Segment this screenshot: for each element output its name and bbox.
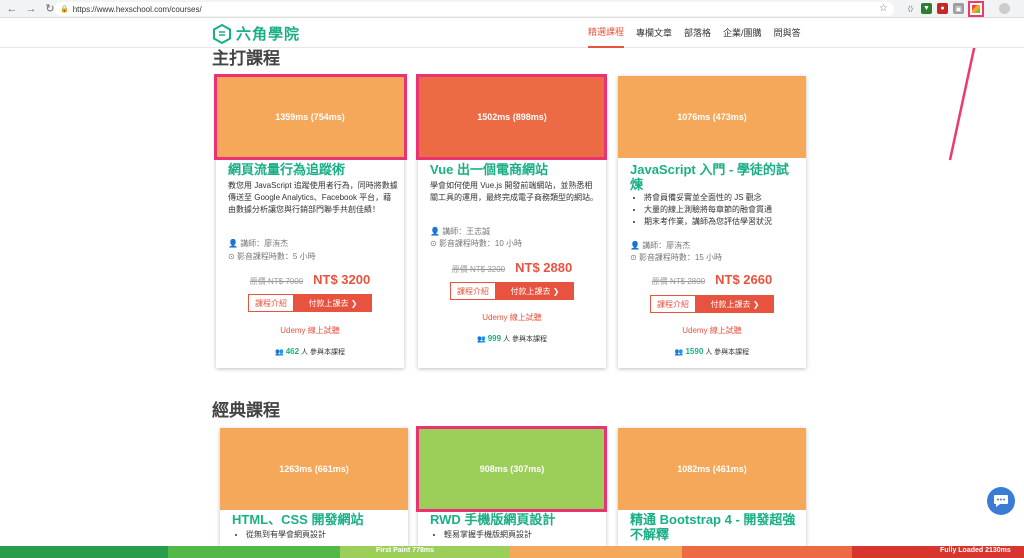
sale-price: NT$ 2660 [715,272,773,287]
url-text: https://www.hexschool.com/courses/ [72,4,202,14]
udemy-trial-link[interactable]: Udemy 線上試聽 [618,325,806,336]
hexagon-logo-icon [213,23,231,44]
udemy-trial-link[interactable]: Udemy 線上試聽 [216,325,404,336]
profile-avatar-icon[interactable] [999,3,1010,14]
price-row: 原價 NT$ 2800 NT$ 2660 [618,272,806,287]
course-hours: ⊙ 影音課程時數：5 小時 [228,252,316,261]
timeline-segment [510,546,682,558]
annotation-arrow-icon [948,20,984,161]
chat-bubble-icon [994,495,1008,507]
bookmark-star-icon[interactable]: ☆ [879,2,888,16]
timeline-segment [682,546,852,558]
timeline-segment [0,546,168,558]
button-row: 課程介紹 付款上課去 ❯ [618,295,806,313]
student-count: 👥 999 人 參與本課程 [477,334,547,343]
original-price: 原價 NT$ 3200 [451,265,506,274]
student-count: 👥 1590 人 參與本課程 [674,347,750,356]
site-logo-overlay: 六角學院 [212,23,300,44]
course-thumbnail[interactable]: 1076ms (473ms) [618,76,806,158]
lock-icon: 🔒 [60,6,69,13]
original-price: 原價 NT$ 2800 [651,277,706,286]
course-teacher: 👤 講師：王志誠 [430,227,491,236]
course-intro-button[interactable]: 課程介紹 [248,294,294,312]
course-title[interactable]: 網頁流量行為追蹤術 [228,162,398,177]
extension-icon[interactable]: ● [937,3,948,14]
course-bullets: 從無到有學會網頁設計 [246,529,406,541]
nav-item-enterprise[interactable]: 企業/團購 [723,18,762,48]
course-card: 1263ms (661ms) HTML、CSS 開發網站 從無到有學會網頁設計 [220,428,408,546]
performance-timeline [0,546,1024,558]
course-title[interactable]: 精通 Bootstrap 4 - 開發超強不解釋 [630,512,800,542]
nav-item-articles[interactable]: 專欄文章 [636,18,672,48]
course-title[interactable]: Vue 出一個電商網站 [430,162,600,177]
course-bullet: 輕易掌握手機版網頁設計 [444,529,604,541]
highlight-frame [416,74,607,160]
sale-price: NT$ 3200 [313,272,371,287]
extension-icon[interactable]: ▼ [921,3,932,14]
course-card: 1076ms (473ms) JavaScript 入門 - 學徒的試煉 將會員… [618,76,806,368]
button-row: 課程介紹 付款上課去 ❯ [216,294,404,312]
course-bullet: 從無到有學會網頁設計 [246,529,406,541]
address-bar[interactable]: 🔒 https://www.hexschool.com/courses/ ☆ [54,2,894,16]
course-intro-button[interactable]: 課程介紹 [450,282,496,300]
course-teacher: 👤 講師：廖洧杰 [630,241,691,250]
course-bullet: 將會員備妥實並全面性的 JS 觀念 [644,192,804,204]
student-count: 👥 462 人 參與本課程 [275,347,345,356]
load-timing-label: 1076ms (473ms) [677,112,747,122]
timeline-segment [168,546,340,558]
section-title-featured: 主打課程 [212,49,280,68]
forward-icon[interactable]: → [24,2,38,16]
extension-icon[interactable]: ⟨⟩ [905,3,916,14]
course-description: 教您用 JavaScript 追蹤使用者行為，同時將數據傳送至 Google A… [228,181,398,214]
first-paint-label: First Paint 778ms [376,547,434,554]
course-thumbnail[interactable]: 1082ms (461ms) [618,428,806,510]
button-row: 課程介紹 付款上課去 ❯ [418,282,606,300]
course-teacher: 👤 講師：廖洧杰 [228,239,289,248]
course-card: 1082ms (461ms) 精通 Bootstrap 4 - 開發超強不解釋 [618,428,806,546]
course-title[interactable]: RWD 手機版網頁設計 [430,512,600,527]
buy-button[interactable]: 付款上課去 ❯ [294,294,372,312]
back-icon[interactable]: ← [5,2,19,16]
load-timing-label: 1263ms (661ms) [279,464,349,474]
highlight-frame [416,426,607,512]
course-bullet: 期末考作業，講師為您評估學習狀況 [644,216,804,228]
sale-price: NT$ 2880 [515,260,573,275]
nav-item-courses[interactable]: 精選課程 [588,18,625,48]
extension-icon[interactable]: ▣ [953,3,964,14]
course-description: 學會如何使用 Vue.js 開發前端網站，並熟悉相關工具的運用，最終完成電子商務… [430,181,598,202]
site-header: 六角學院 精選課程 專欄文章 部落格 企業/團購 問與答 [0,18,1024,48]
price-row: 原價 NT$ 7000 NT$ 3200 [216,272,404,287]
load-timing-label: 1082ms (461ms) [677,464,747,474]
highlight-frame [214,74,407,160]
nav-item-blog[interactable]: 部落格 [684,18,711,48]
course-bullets: 輕易掌握手機版網頁設計 [444,529,604,541]
course-bullets: 將會員備妥實並全面性的 JS 觀念 大量的線上測驗將每章節的融會貫通 期末考作業… [644,192,804,228]
course-hours: ⊙ 影音課程時數：10 小時 [430,239,523,248]
main-nav-overlay: 精選課程 專欄文章 部落格 企業/團購 問與答 [588,18,813,48]
buy-button[interactable]: 付款上課去 ❯ [696,295,774,313]
browser-toolbar: ← → ↻ 🔒 https://www.hexschool.com/course… [0,0,1024,18]
price-row: 原價 NT$ 3200 NT$ 2880 [418,260,606,275]
udemy-trial-link[interactable]: Udemy 線上試聽 [418,312,606,323]
course-hours: ⊙ 影音課程時數：15 小時 [630,253,723,262]
course-intro-button[interactable]: 課程介紹 [650,295,696,313]
course-title[interactable]: HTML、CSS 開發網站 [232,512,402,527]
nav-item-faq[interactable]: 問與答 [774,18,801,48]
chat-button[interactable] [987,487,1015,515]
fully-loaded-label: Fully Loaded 2130ms [940,547,1011,554]
course-thumbnail[interactable]: 1263ms (661ms) [220,428,408,510]
logo-text[interactable]: 六角學院 [236,23,300,44]
section-title-classic: 經典課程 [212,401,280,420]
course-bullet: 大量的線上測驗將每章節的融會貫通 [644,204,804,216]
course-title[interactable]: JavaScript 入門 - 學徒的試煉 [630,162,800,192]
original-price: 原價 NT$ 7000 [249,277,304,286]
buy-button[interactable]: 付款上課去 ❯ [496,282,574,300]
